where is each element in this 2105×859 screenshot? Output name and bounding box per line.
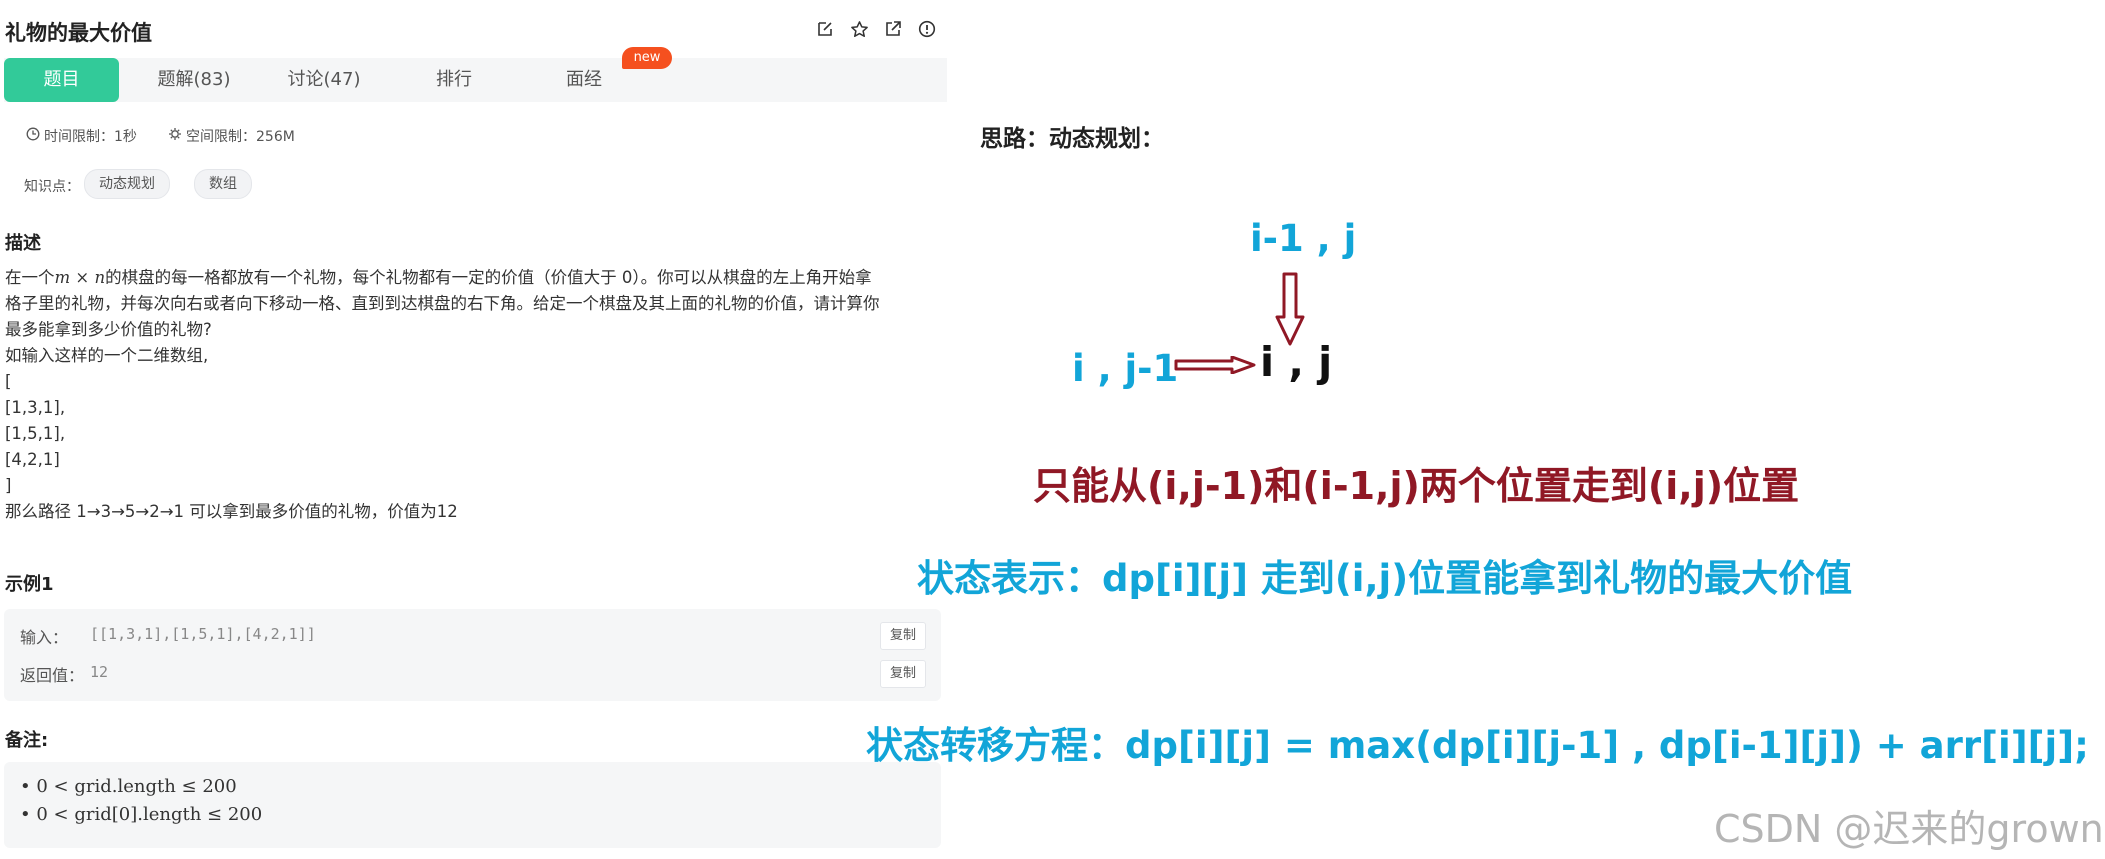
input-value: [[1,3,1],[1,5,1],[4,2,1]] [90,625,316,643]
time-limit: 时间限制：1秒 [26,126,137,146]
arrow-down-icon [1275,272,1305,346]
arrow-right-icon [1174,356,1256,374]
clock-icon [26,127,40,145]
description-line: ] [5,476,12,495]
tag-array[interactable]: 数组 [194,169,252,199]
description-line: [1,3,1], [5,398,66,417]
info-icon[interactable] [916,18,938,40]
note-item: • 0 < grid.length ≤ 200 [20,776,237,797]
memory-icon [168,127,182,145]
space-limit: 空间限制：256M [168,126,295,146]
notes-box: • 0 < grid.length ≤ 200 • 0 < grid[0].le… [4,762,941,848]
space-limit-text: 空间限制：256M [186,129,295,145]
input-label: 输入： [20,628,69,647]
state-definition: 状态表示：dp[i][j] 走到(i,j)位置能拿到礼物的最大价值 [917,557,1853,600]
state-transition: 状态转移方程：dp[i][j] = max(dp[i][j-1] , dp[i-… [866,724,2089,767]
top-cell-label: i-1 , j [1250,217,1357,260]
copy-output-button[interactable]: 复制 [880,660,926,688]
description-line: 在一个m × n的棋盘的每一格都放有一个礼物，每个礼物都有一定的价值（价值大于 … [5,268,872,287]
tab-ranking[interactable]: 排行 [394,58,514,102]
page-title: 礼物的最大价值 [5,21,152,45]
approach-heading: 思路：动态规划： [980,126,1164,152]
tab-bar: 题目 题解(83) 讨论(47) 排行 面经 [4,58,947,102]
path-constraint-note: 只能从(i,j-1)和(i-1,j)两个位置走到(i,j)位置 [1033,464,1800,508]
share-icon[interactable] [882,18,904,40]
description-heading: 描述 [5,233,41,254]
example-heading: 示例1 [5,574,54,595]
tab-solutions[interactable]: 题解(83) [134,58,254,102]
description-line: 那么路径 1→3→5→2→1 可以拿到最多价值的礼物，价值为12 [5,502,458,521]
description-line: [1,5,1], [5,424,66,443]
description-line: [4,2,1] [5,450,60,469]
edit-icon[interactable] [814,18,836,40]
description-line: 最多能拿到多少价值的礼物? [5,320,212,339]
description-line: [ [5,372,12,391]
star-icon[interactable] [848,18,870,40]
math-mxn: m × n [54,268,106,287]
output-label: 返回值： [20,666,85,685]
tag-dynamic-programming[interactable]: 动态规划 [84,169,170,199]
notes-heading: 备注: [5,730,49,751]
note-item: • 0 < grid[0].length ≤ 200 [20,804,263,825]
example-box: 输入： [[1,3,1],[1,5,1],[4,2,1]] 复制 返回值： 12… [4,609,941,701]
copy-input-button[interactable]: 复制 [880,622,926,650]
tab-discussion[interactable]: 讨论(47) [264,58,384,102]
tab-problem[interactable]: 题目 [4,58,119,102]
description-line: 如输入这样的一个二维数组, [5,346,209,365]
output-value: 12 [90,663,109,681]
left-cell-label: i , j-1 [1072,347,1179,390]
time-limit-text: 时间限制：1秒 [44,129,137,145]
description-body: 在一个m × n的棋盘的每一格都放有一个礼物，每个礼物都有一定的价值（价值大于 … [5,265,940,525]
description-line: 格子里的礼物，并每次向右或者向下移动一格、直到到达棋盘的右下角。给定一个棋盘及其… [5,294,880,313]
knowledge-label: 知识点： [24,179,80,195]
new-badge: new [622,47,672,69]
watermark: CSDN @迟来的grown [1714,807,2104,851]
